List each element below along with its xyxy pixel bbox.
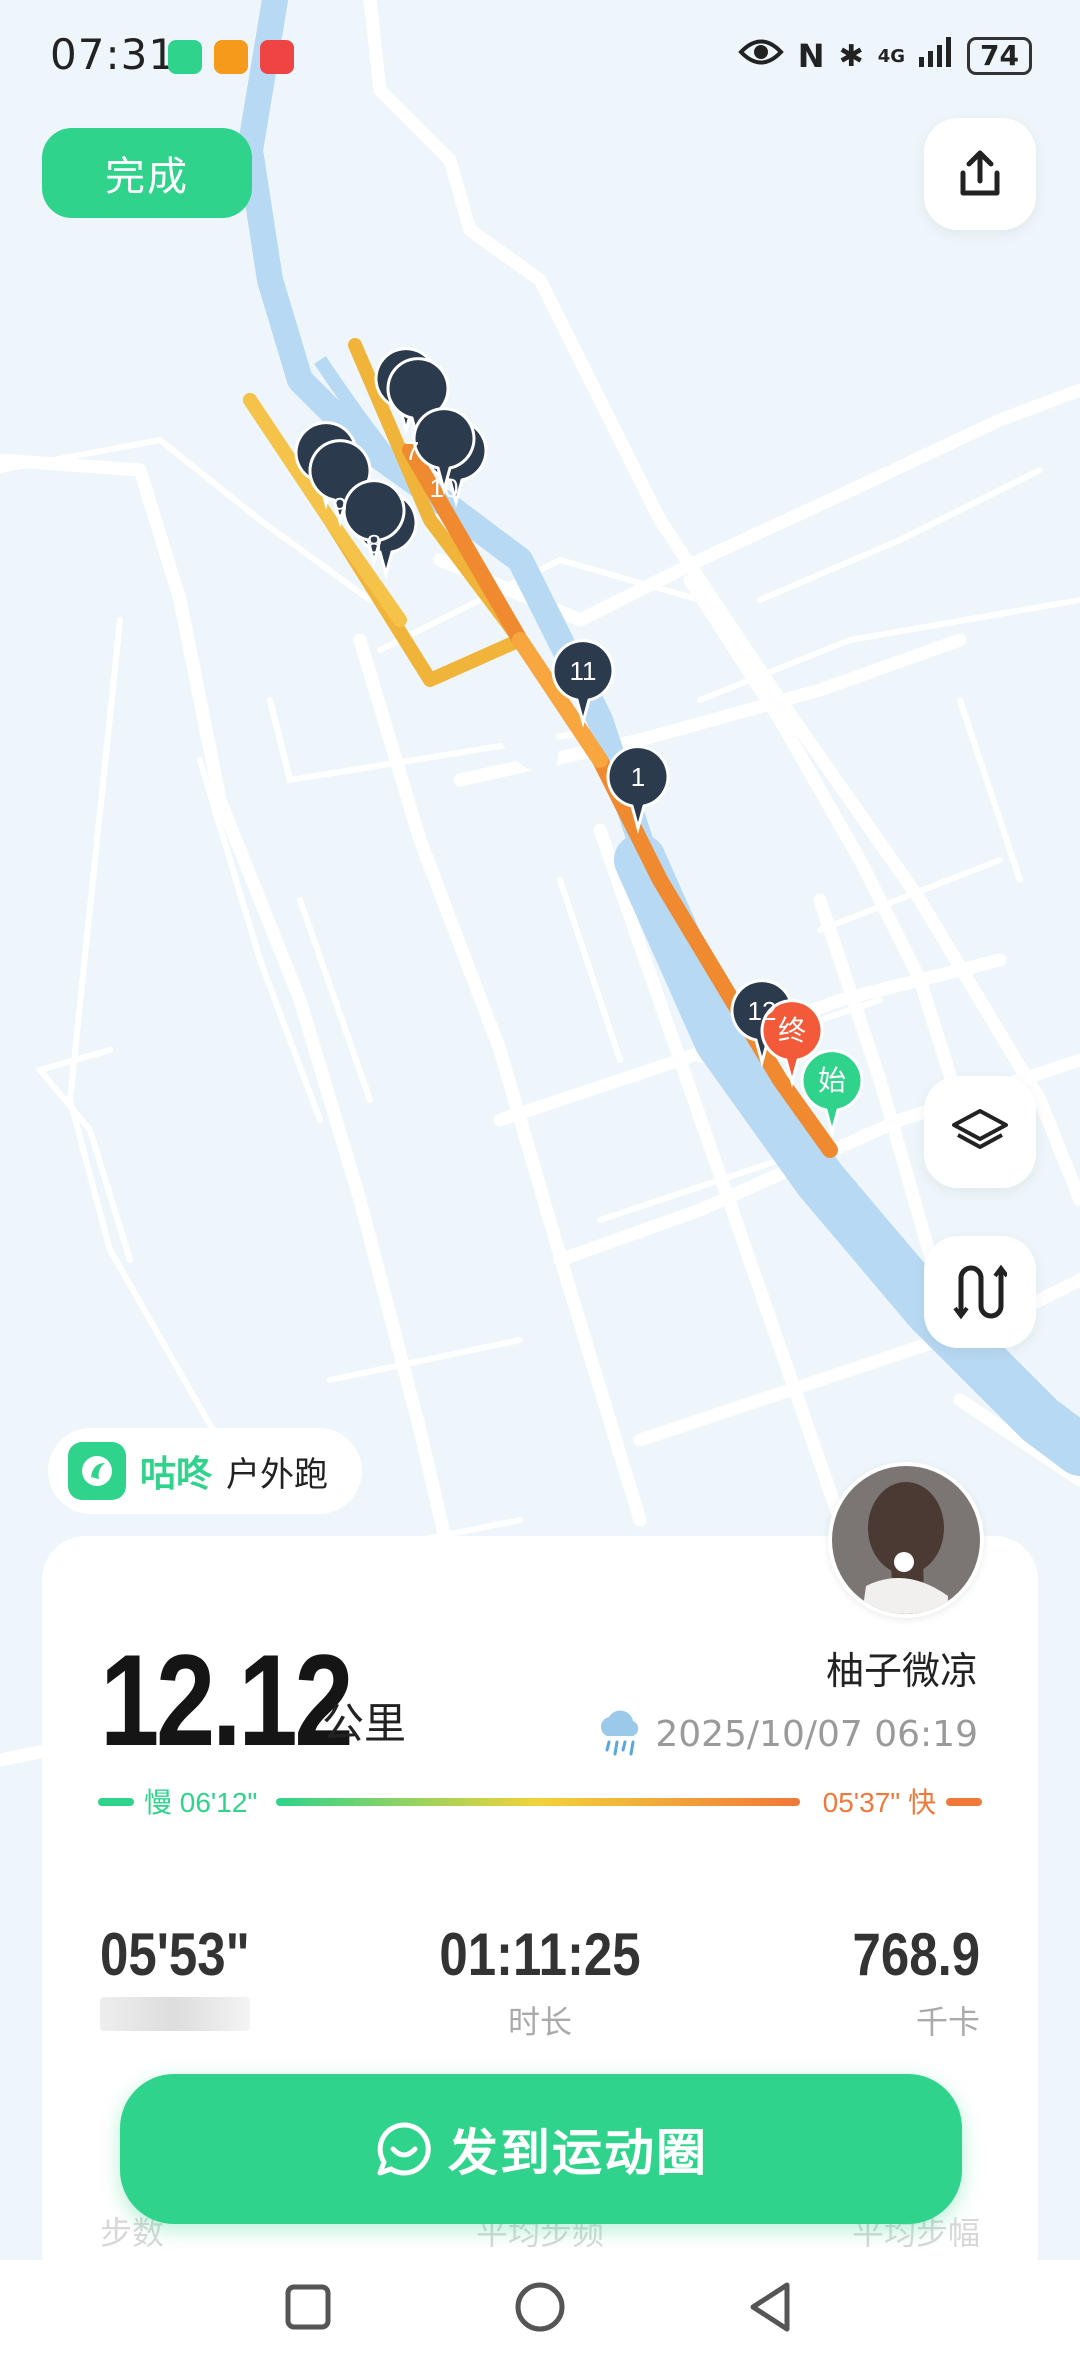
stat-duration: 01:11:25 时长 bbox=[400, 1920, 680, 2043]
route-replay-button[interactable] bbox=[924, 1236, 1036, 1348]
datetime-text: 2025/10/07 06:19 bbox=[655, 1713, 978, 1755]
app-notification-icon bbox=[168, 40, 202, 74]
rain-icon bbox=[601, 1710, 639, 1756]
map-layers-button[interactable] bbox=[924, 1076, 1036, 1188]
pace-fast-label: 05'37" 快 bbox=[823, 1787, 936, 1818]
avatar[interactable] bbox=[828, 1462, 984, 1618]
username[interactable]: 柚子微凉 bbox=[826, 1640, 978, 1695]
km-marker-1-label: 1 bbox=[631, 762, 645, 792]
done-button[interactable]: 完成 bbox=[42, 128, 252, 218]
distance-value: 12.12 bbox=[100, 1627, 354, 1773]
pace-slow-label: 慢 06'12" bbox=[144, 1787, 257, 1818]
chat-bubble-icon bbox=[377, 2122, 431, 2176]
end-marker-label: 终 bbox=[778, 1015, 806, 1046]
share-button[interactable] bbox=[924, 118, 1036, 230]
book-app-icon bbox=[260, 40, 294, 74]
nfc-icon: N bbox=[797, 37, 825, 75]
status-time: 07:31 bbox=[50, 30, 177, 79]
post-button-label: 发到运动圈 bbox=[448, 2124, 708, 2182]
duration-value: 01:11:25 bbox=[439, 1921, 641, 1988]
video-app-icon bbox=[214, 40, 248, 74]
back-icon[interactable] bbox=[745, 2280, 795, 2334]
network-label: 4G bbox=[877, 45, 906, 67]
km-marker-9-label: 9 bbox=[333, 492, 347, 522]
km-marker-8-label: 8 bbox=[367, 529, 381, 559]
activity-datetime: 2025/10/07 06:19 bbox=[595, 1710, 978, 1758]
pace-value: 05'53" bbox=[100, 1921, 250, 1988]
recent-apps-icon[interactable] bbox=[283, 2282, 333, 2332]
pace-label-blurred bbox=[100, 1997, 250, 2031]
start-marker-label: 始 bbox=[818, 1065, 846, 1096]
status-icons: N ✱ 4G 74 bbox=[738, 34, 1032, 78]
activity-type: 户外跑 bbox=[226, 1454, 329, 1495]
route-icon bbox=[953, 1264, 1007, 1320]
layers-icon bbox=[952, 1109, 1008, 1149]
signal-icon bbox=[919, 37, 953, 75]
share-icon bbox=[960, 150, 1000, 196]
km-marker-10-label: 10 bbox=[430, 473, 459, 503]
battery-level: 74 bbox=[967, 37, 1032, 75]
post-to-feed-button[interactable]: 发到运动圈 bbox=[120, 2074, 962, 2224]
calories-label: 千卡 bbox=[915, 2004, 980, 2040]
distance-unit: 公里 bbox=[322, 1699, 407, 1748]
calories-value: 768.9 bbox=[852, 1921, 980, 1988]
duration-label: 时长 bbox=[507, 2004, 572, 2040]
app-brand-badge: 咕咚 户外跑 bbox=[48, 1428, 363, 1514]
home-icon[interactable] bbox=[513, 2280, 567, 2334]
km-marker-11-label: 11 bbox=[570, 656, 597, 686]
stat-pace: 05'53" bbox=[100, 1920, 276, 2031]
codoon-logo bbox=[68, 1442, 126, 1500]
pace-gradient-bar: 慢 06'12" 05'37" 快 bbox=[98, 1787, 982, 1818]
system-nav-bar bbox=[0, 2260, 1080, 2360]
eye-icon bbox=[738, 37, 784, 75]
km-marker-7-label: 7 bbox=[405, 436, 419, 466]
km-marker-12-label: 12 bbox=[748, 996, 777, 1026]
bluetooth-icon: ✱ bbox=[838, 38, 864, 74]
status-bar: 07:31 N ✱ 4G 74 bbox=[0, 0, 1080, 110]
brand-name: 咕咚 bbox=[140, 1454, 213, 1495]
stat-calories: 768.9 千卡 bbox=[830, 1920, 980, 2043]
